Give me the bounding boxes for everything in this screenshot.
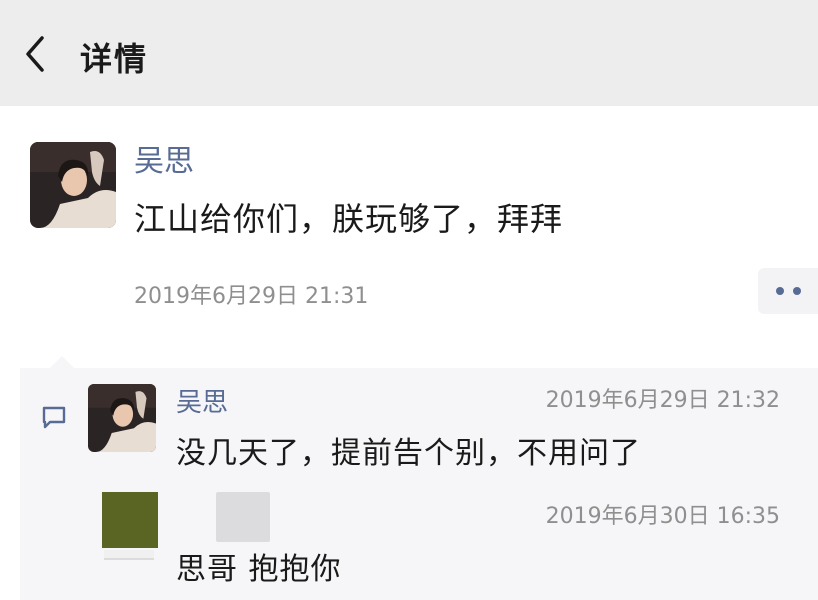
page-title: 详情 — [80, 40, 149, 78]
avatar[interactable] — [30, 142, 116, 228]
comment-text[interactable]: 没几天了，提前告个别，不用问了 — [176, 428, 641, 472]
comment-timestamp: 2019年6月29日 21:32 — [545, 388, 780, 413]
post-author-name[interactable]: 吴思 — [134, 136, 194, 180]
nav-bar: 详情 — [0, 0, 818, 106]
comment-section: 吴思 2019年6月29日 21:32 没几天了，提前告个别，不用问了 2019… — [20, 356, 818, 600]
comment-author-name-redacted — [216, 492, 270, 542]
back-button[interactable] — [18, 32, 58, 76]
chevron-left-icon — [26, 36, 44, 72]
comment-timestamp: 2019年6月30日 16:35 — [545, 504, 780, 529]
more-dots-icon — [793, 287, 801, 295]
more-dots-icon — [776, 287, 784, 295]
avatar-image — [30, 142, 116, 228]
avatar-image — [88, 384, 156, 452]
comment-author-name[interactable]: 吴思 — [176, 382, 228, 419]
moment-post: 吴思 江山给你们，朕玩够了，拜拜 2019年6月29日 21:31 — [0, 106, 818, 368]
comment-icon — [42, 406, 66, 429]
avatar-image — [102, 492, 158, 548]
comment-text[interactable]: 思哥 抱抱你 — [176, 544, 342, 588]
post-timestamp: 2019年6月29日 21:31 — [134, 284, 369, 309]
post-content: 江山给你们，朕玩够了，拜拜 — [134, 200, 564, 238]
comment-avatar[interactable] — [102, 492, 158, 562]
comment-notch — [50, 356, 74, 368]
avatar-shadow — [104, 550, 154, 560]
comment-avatar[interactable] — [88, 384, 156, 452]
more-actions-button[interactable] — [758, 268, 818, 314]
